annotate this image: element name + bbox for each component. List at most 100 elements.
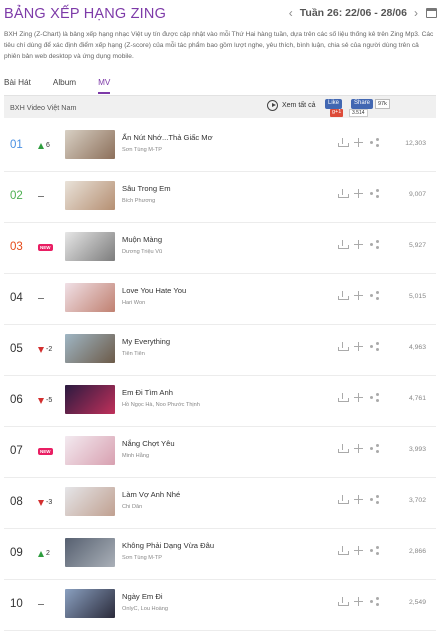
share-icon[interactable] [370,342,379,351]
download-icon[interactable] [338,342,349,351]
download-icon[interactable] [338,240,349,249]
video-thumbnail[interactable] [65,334,115,363]
add-icon[interactable] [354,342,363,351]
song-title[interactable]: Nắng Chợt Yêu [122,439,175,448]
view-count: 2,866 [408,548,426,555]
song-title[interactable]: Love You Hate You [122,286,186,295]
song-title[interactable]: Ấn Nút Nhớ...Thả Giấc Mơ [122,133,213,142]
video-thumbnail[interactable] [65,538,115,567]
table-row[interactable]: 09 2 Không Phải Dạng Vừa Đâu Sơn Tùng M-TP 2… [4,529,436,580]
calendar-icon[interactable] [426,8,437,18]
download-icon[interactable] [338,393,349,402]
download-icon[interactable] [338,291,349,300]
share-icon[interactable] [370,240,379,249]
table-row[interactable]: 04 Love You Hate You Hari Won 5,015 [4,274,436,325]
table-row[interactable]: 06 -5 Em Đi Tìm Anh Hồ Ngọc Hà, Noo Phước T… [4,376,436,427]
chart-subbar: BXH Video Việt Nam Xem tất cả Like Share… [4,95,436,118]
video-thumbnail[interactable] [65,436,115,465]
song-title[interactable]: My Everything [122,337,170,346]
song-title[interactable]: Không Phải Dạng Vừa Đâu [122,541,214,550]
artist-name[interactable]: Hồ Ngọc Hà, Noo Phước Thịnh [122,402,200,408]
add-icon[interactable] [354,291,363,300]
song-title[interactable]: Muộn Màng [122,235,162,244]
song-title[interactable]: Sâu Trong Em [122,184,171,193]
tab-mv[interactable]: MV [98,76,111,94]
row-actions [338,597,379,606]
download-icon[interactable] [338,189,349,198]
video-thumbnail[interactable] [65,181,115,210]
chart-tabs: Bài Hát Album MV [4,76,436,94]
add-icon[interactable] [354,240,363,249]
artist-name[interactable]: Sơn Tùng M-TP [122,147,162,153]
download-icon[interactable] [338,546,349,555]
table-row[interactable]: 01 6 Ấn Nút Nhớ...Thả Giấc Mơ Sơn Tùng M-TP… [4,121,436,172]
share-icon[interactable] [370,138,379,147]
view-count: 9,007 [408,191,426,198]
share-icon[interactable] [370,444,379,453]
video-thumbnail[interactable] [65,232,115,261]
table-row[interactable]: 08 -3 Làm Vợ Anh Nhé Chi Dân 3,702 [4,478,436,529]
video-thumbnail[interactable] [65,283,115,312]
download-icon[interactable] [338,138,349,147]
artist-name[interactable]: Hari Won [122,300,145,306]
video-thumbnail[interactable] [65,385,115,414]
download-icon[interactable] [338,597,349,606]
google-plus-button[interactable]: g+1 [330,109,344,117]
add-icon[interactable] [354,444,363,453]
rank-change-value: 6 [46,142,50,149]
video-thumbnail[interactable] [65,130,115,159]
rank-change: -2 [38,345,52,354]
table-row[interactable]: 02 Sâu Trong Em Bích Phương 9,007 [4,172,436,223]
add-icon[interactable] [354,597,363,606]
artist-name[interactable]: OnlyC, Lou Hoàng [122,606,168,612]
artist-name[interactable]: Chi Dân [122,504,142,510]
artist-name[interactable]: Tiên Tiên [122,351,145,357]
rank-number: 10 [10,598,23,610]
download-icon[interactable] [338,444,349,453]
table-row[interactable]: 07 NEW Nắng Chợt Yêu Minh Hằng 3,993 [4,427,436,478]
artist-name[interactable]: Minh Hằng [122,453,149,459]
song-title[interactable]: Làm Vợ Anh Nhé [122,490,180,499]
add-icon[interactable] [354,495,363,504]
add-icon[interactable] [354,546,363,555]
table-row[interactable]: 03 NEW Muộn Màng Dương Triệu Vũ 5,927 [4,223,436,274]
row-actions [338,495,379,504]
chevron-left-icon[interactable]: ‹ [285,6,297,20]
video-thumbnail[interactable] [65,589,115,618]
share-icon[interactable] [370,393,379,402]
week-label: Tuần 26: 22/06 - 28/06 [299,7,407,19]
tab-songs[interactable]: Bài Hát [4,76,31,94]
chevron-right-icon[interactable]: › [410,6,422,20]
tab-album[interactable]: Album [53,76,76,94]
add-icon[interactable] [354,138,363,147]
add-icon[interactable] [354,393,363,402]
share-icon[interactable] [370,291,379,300]
artist-name[interactable]: Dương Triệu Vũ [122,249,162,255]
arrow-up-icon [38,142,44,149]
view-count: 3,993 [408,446,426,453]
facebook-share-button[interactable]: Share [351,99,374,109]
share-icon[interactable] [370,546,379,555]
arrow-down-icon [38,397,44,404]
page-title: BẢNG XẾP HẠNG ZING [4,6,167,22]
chart-list: 01 6 Ấn Nút Nhớ...Thả Giấc Mơ Sơn Tùng M-TP… [4,121,436,631]
row-actions [338,342,379,351]
artist-name[interactable]: Bích Phương [122,198,155,204]
song-title[interactable]: Ngày Em Đi [122,592,163,601]
facebook-like-button[interactable]: Like [325,99,343,109]
artist-name[interactable]: Sơn Tùng M-TP [122,555,162,561]
video-thumbnail[interactable] [65,487,115,516]
add-icon[interactable] [354,189,363,198]
song-title[interactable]: Em Đi Tìm Anh [122,388,173,397]
download-icon[interactable] [338,495,349,504]
rank-number: 02 [10,190,23,202]
table-row[interactable]: 10 Ngày Em Đi OnlyC, Lou Hoàng 2,549 [4,580,436,631]
row-actions [338,240,379,249]
share-icon[interactable] [370,495,379,504]
share-icon[interactable] [370,189,379,198]
table-row[interactable]: 05 -2 My Everything Tiên Tiên 4,963 [4,325,436,376]
play-all-button[interactable]: Xem tất cả [267,100,315,111]
share-icon[interactable] [370,597,379,606]
rank-change-value: 2 [46,550,50,557]
arrow-up-icon [38,550,44,557]
